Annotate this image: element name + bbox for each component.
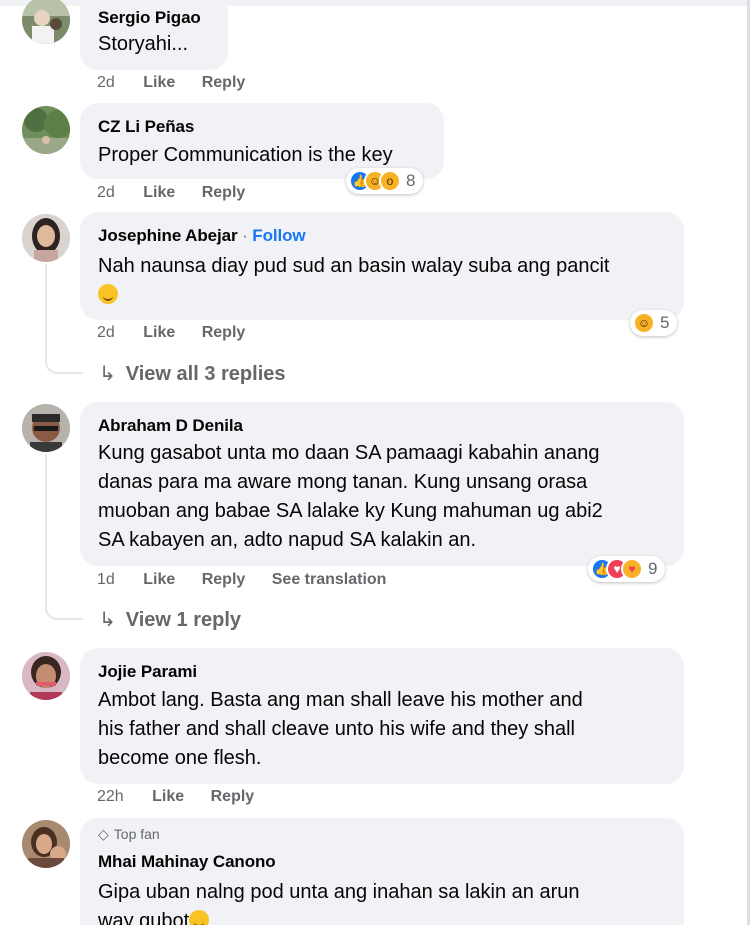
reply-button[interactable]: Reply — [202, 74, 246, 91]
comment-text: Storyahi... — [98, 33, 189, 55]
comment-time[interactable]: 1d — [97, 571, 115, 588]
separator-dot: · — [242, 226, 248, 245]
laughing-face-emoji — [189, 910, 210, 925]
smiling-face-emoji — [98, 284, 118, 304]
comment-bubble: Josephine Abejar · Follow Nah naunsa dia… — [80, 212, 684, 320]
comment-text-line: danas para ma aware mong tanan. Kung uns… — [98, 471, 588, 493]
comment-text-line: muoban ang babae SA lalake ky Kung mahum… — [98, 500, 603, 522]
avatar[interactable] — [22, 820, 70, 868]
see-translation-link[interactable]: See translation — [272, 571, 387, 588]
comment-time[interactable]: 2d — [97, 74, 115, 91]
comments-page: Sergio Pigao Storyahi... 2d Like Reply C… — [0, 0, 750, 925]
comment-text-line: his father and shall cleave unto his wif… — [98, 718, 575, 740]
comment-actions: 1d Like Reply See translation — [97, 571, 408, 589]
comment-text-line: Kung gasabot unta mo daan SA pamaagi kab… — [98, 442, 600, 464]
comment-author[interactable]: Mhai Mahinay Canono — [98, 852, 276, 872]
comment-text: Gipa uban nalng pod unta ang inahan sa l… — [98, 878, 580, 925]
comment-author[interactable]: CZ Li Peñas — [98, 117, 194, 137]
comment-bubble: Abraham D Denila Kung gasabot unta mo da… — [80, 402, 684, 566]
comment-author[interactable]: Jojie Parami — [98, 662, 197, 682]
comment-text: Proper Communication is the key — [98, 144, 393, 166]
avatar[interactable] — [22, 404, 70, 452]
reply-button[interactable]: Reply — [202, 324, 246, 341]
wow-icon: o — [379, 170, 401, 192]
reaction-summary[interactable]: 👍 ☺ o 8 — [346, 168, 424, 194]
reaction-count: 8 — [406, 171, 416, 190]
comment-text: Nah naunsa diay pud sud an basin walay s… — [98, 252, 609, 310]
view-replies-link[interactable]: ↳ View all 3 replies — [99, 361, 286, 386]
like-button[interactable]: Like — [143, 184, 175, 201]
like-button[interactable]: Like — [143, 571, 175, 588]
comment-text-line: Gipa uban nalng pod unta ang inahan sa l… — [98, 881, 580, 903]
comment-author[interactable]: Abraham D Denila — [98, 416, 243, 436]
comment-text-line: way gubot — [98, 910, 190, 925]
diamond-icon: ◇ — [98, 826, 109, 842]
haha-icon: ☺ — [633, 312, 655, 334]
avatar[interactable] — [22, 106, 70, 154]
comment-actions: 2d Like Reply — [97, 324, 267, 342]
badge-label: Top fan — [113, 826, 160, 842]
comment-text-line: SA kabayen an, adto napud SA kalakin an. — [98, 529, 477, 551]
like-button[interactable]: Like — [143, 324, 175, 341]
comment-time[interactable]: 2d — [97, 184, 115, 201]
comment-time[interactable]: 22h — [97, 788, 124, 805]
comment-text: Kung gasabot unta mo daan SA pamaagi kab… — [98, 439, 603, 555]
care-icon: ♥ — [621, 558, 643, 580]
comment-text-line: Ambot lang. Basta ang man shall leave hi… — [98, 689, 583, 711]
reply-button[interactable]: Reply — [211, 788, 255, 805]
reply-arrow-icon: ↳ — [99, 363, 116, 385]
reply-button[interactable]: Reply — [202, 184, 246, 201]
follow-button[interactable]: Follow — [252, 226, 305, 245]
reaction-count: 5 — [660, 313, 670, 332]
comment-actions: 22h Like Reply — [97, 788, 276, 806]
reaction-summary[interactable]: 👍 ♥ ♥ 9 — [588, 556, 666, 582]
comment-text-line: Nah naunsa diay pud sud an basin walay s… — [98, 255, 610, 277]
reply-button[interactable]: Reply — [202, 571, 246, 588]
avatar[interactable] — [22, 652, 70, 700]
avatar[interactable] — [22, 0, 70, 44]
comment-author[interactable]: Josephine Abejar — [98, 226, 238, 245]
comment-bubble: Jojie Parami Ambot lang. Basta ang man s… — [80, 648, 684, 784]
reaction-summary[interactable]: ☺ 5 — [630, 310, 678, 336]
comment-text: Ambot lang. Basta ang man shall leave hi… — [98, 686, 583, 773]
view-replies-label: View 1 reply — [125, 609, 242, 631]
comment-actions: 2d Like Reply — [97, 184, 267, 202]
comment-author[interactable]: Sergio Pigao — [98, 8, 201, 28]
thread-connector — [45, 604, 83, 620]
thread-connector — [45, 358, 83, 374]
comment-author-line: Josephine Abejar · Follow — [98, 226, 306, 246]
like-button[interactable]: Like — [152, 788, 184, 805]
thread-line — [45, 264, 47, 358]
avatar[interactable] — [22, 214, 70, 262]
comment-bubble: ◇ Top fan Mhai Mahinay Canono Gipa uban n… — [80, 818, 684, 925]
view-replies-link[interactable]: ↳ View 1 reply — [99, 607, 241, 632]
top-fan-badge: ◇ Top fan — [98, 826, 160, 843]
comment-bubble: Sergio Pigao Storyahi... — [80, 0, 228, 70]
reply-arrow-icon: ↳ — [99, 609, 116, 631]
comment-text-line: become one flesh. — [98, 747, 262, 769]
reaction-count: 9 — [648, 559, 658, 578]
comment-time[interactable]: 2d — [97, 324, 115, 341]
thread-line — [45, 454, 47, 604]
comment-actions: 2d Like Reply — [97, 74, 267, 92]
like-button[interactable]: Like — [143, 74, 175, 91]
view-replies-label: View all 3 replies — [125, 363, 286, 385]
